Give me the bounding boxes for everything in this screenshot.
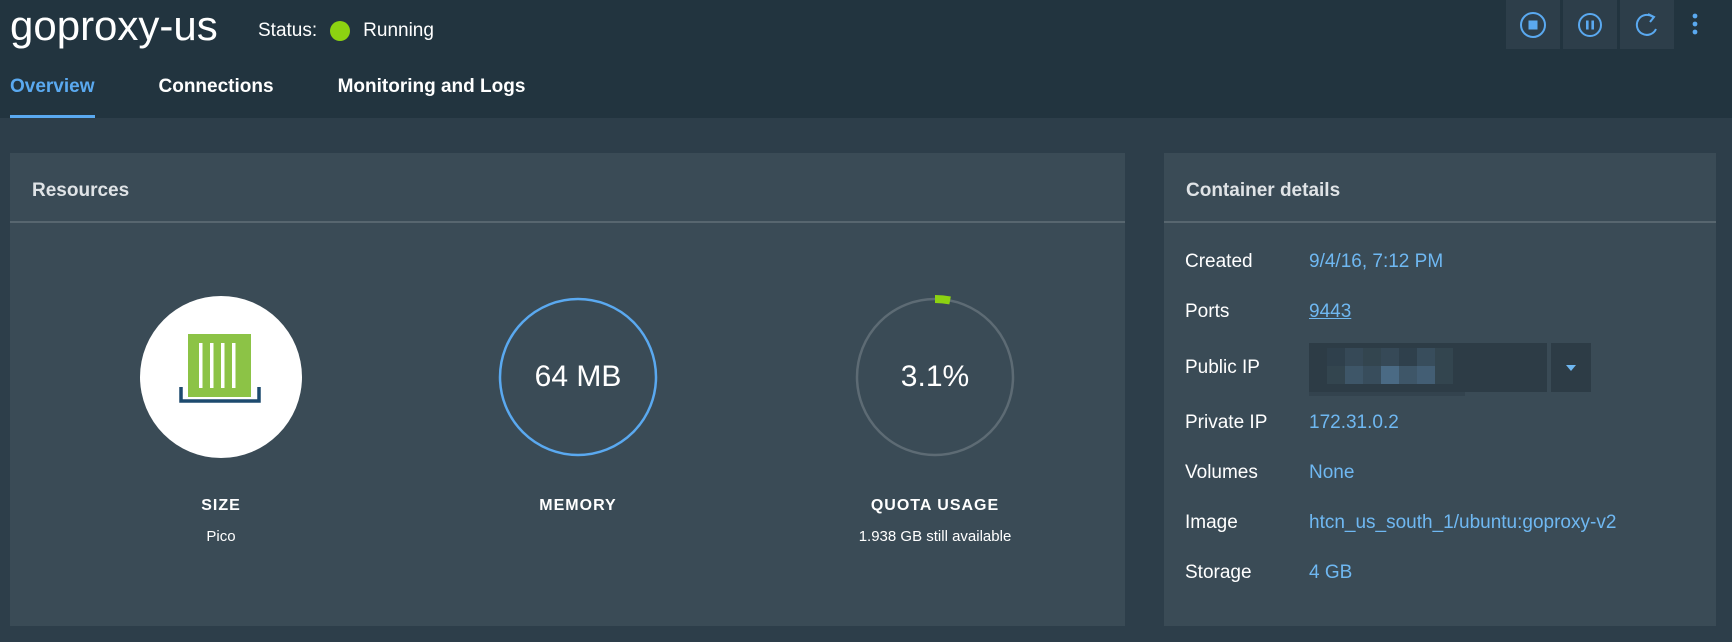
- quota-label: QUOTA USAGE: [870, 497, 1000, 514]
- memory-resource: 64 MB MEMORY: [448, 295, 708, 515]
- memory-label: MEMORY: [539, 497, 617, 514]
- details-list: Created 9/4/16, 7:12 PM Ports 9443 Publi…: [1164, 223, 1716, 598]
- resources-title: Resources: [10, 153, 1125, 223]
- detail-private-ip: Private IP 172.31.0.2: [1185, 398, 1716, 448]
- tab-monitoring-and-logs[interactable]: Monitoring and Logs: [338, 76, 526, 118]
- container-icon: [140, 296, 302, 458]
- ip-underline: [1309, 392, 1465, 396]
- tab-bar: Overview Connections Monitoring and Logs: [10, 76, 589, 118]
- stop-icon: [1520, 11, 1546, 38]
- ports-link[interactable]: 9443: [1309, 301, 1351, 323]
- more-options-button[interactable]: [1677, 0, 1713, 49]
- container-details-panel: Container details Created 9/4/16, 7:12 P…: [1164, 153, 1716, 626]
- details-title: Container details: [1164, 153, 1716, 223]
- detail-storage: Storage 4 GB: [1185, 548, 1716, 598]
- created-value: 9/4/16, 7:12 PM: [1309, 251, 1444, 272]
- image-label: Image: [1185, 512, 1238, 533]
- status-label: Status:: [258, 20, 318, 41]
- detail-image: Image htcn_us_south_1/ubuntu:goproxy-v2: [1185, 498, 1716, 548]
- ports-label: Ports: [1185, 301, 1230, 322]
- quota-circle: 3.1%: [853, 295, 1017, 459]
- private-ip-label: Private IP: [1185, 412, 1268, 433]
- size-value: Pico: [206, 528, 236, 545]
- private-ip-value: 172.31.0.2: [1309, 412, 1399, 433]
- status-indicator: Status: Running: [258, 20, 434, 42]
- size-label: SIZE: [201, 497, 241, 514]
- page-title: goproxy-us: [10, 2, 218, 49]
- public-ip-label: Public IP: [1185, 356, 1260, 378]
- detail-volumes: Volumes None: [1185, 448, 1716, 498]
- memory-value: 64 MB: [534, 360, 622, 393]
- page-header: goproxy-us Status: Running Overview Conn…: [0, 0, 1732, 118]
- memory-circle: 64 MB: [496, 295, 660, 459]
- restart-icon: [1635, 12, 1657, 36]
- detail-ports: Ports 9443: [1185, 287, 1716, 337]
- volumes-value: None: [1309, 462, 1355, 483]
- more-vertical-icon: [1692, 13, 1698, 34]
- storage-value: 4 GB: [1309, 562, 1353, 583]
- storage-label: Storage: [1185, 562, 1252, 583]
- status-running-icon: [330, 21, 351, 41]
- pause-button[interactable]: [1563, 0, 1617, 49]
- volumes-label: Volumes: [1185, 462, 1258, 483]
- tab-overview[interactable]: Overview: [10, 76, 95, 118]
- status-value: Running: [363, 20, 434, 41]
- created-label: Created: [1185, 251, 1253, 272]
- size-circle: [139, 295, 303, 459]
- detail-created: Created 9/4/16, 7:12 PM: [1185, 237, 1716, 287]
- image-value[interactable]: htcn_us_south_1/ubuntu:goproxy-v2: [1309, 512, 1616, 534]
- container-actions: [1506, 0, 1713, 49]
- pause-icon: [1578, 12, 1602, 37]
- redacted-ip-value: [1327, 348, 1453, 384]
- caret-down-icon: [1566, 364, 1576, 371]
- restart-button[interactable]: [1620, 0, 1674, 49]
- tab-connections[interactable]: Connections: [159, 76, 274, 118]
- resources-panel: Resources SIZE Pico 64 MB MEMORY 3.1% QU…: [10, 153, 1125, 626]
- stop-button[interactable]: [1506, 0, 1560, 49]
- quota-value: 3.1%: [900, 360, 970, 393]
- size-resource: SIZE Pico: [91, 295, 351, 545]
- detail-public-ip: Public IP: [1185, 337, 1716, 398]
- quota-resource: 3.1% QUOTA USAGE 1.938 GB still availabl…: [805, 295, 1065, 545]
- quota-available: 1.938 GB still available: [858, 528, 1012, 545]
- public-ip-dropdown-button[interactable]: [1551, 343, 1591, 392]
- public-ip-select[interactable]: [1309, 343, 1547, 396]
